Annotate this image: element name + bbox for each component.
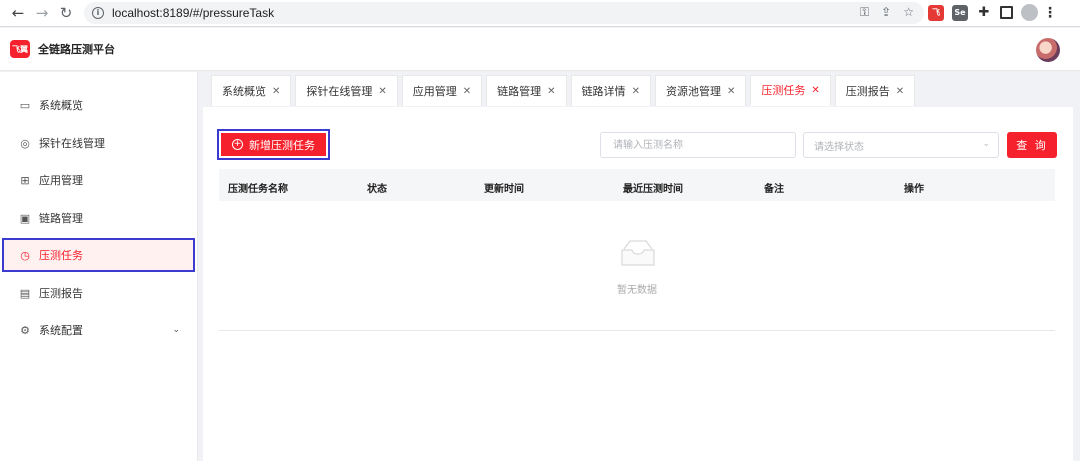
column-header[interactable]: 最近压测时间: [623, 180, 683, 195]
add-task-button[interactable]: + 新增压测任务: [221, 133, 326, 156]
empty-text: 暂无数据: [617, 285, 657, 296]
browser-profile-icon[interactable]: [1021, 4, 1038, 21]
sidebar-item-label: 应用管理: [39, 174, 83, 187]
sidebar-item-label: 压测任务: [39, 249, 83, 262]
add-task-button-frame: + 新增压测任务: [217, 129, 330, 160]
sidebar-item-label: 探针在线管理: [39, 137, 105, 150]
add-task-label: 新增压测任务: [249, 138, 315, 152]
app-title: 全链路压测平台: [38, 43, 115, 56]
tab-label: 链路详情: [581, 85, 626, 98]
main-content: + 新增压测任务 请选择状态 ⌄ 查 询 压测任务名称 状态 更新时间 最近压测…: [203, 107, 1073, 461]
close-icon[interactable]: ✕: [463, 86, 471, 97]
table-header: 压测任务名称 状态 更新时间 最近压测时间 备注 操作: [219, 169, 1055, 201]
key-icon[interactable]: ⚿: [860, 5, 869, 20]
address-bar[interactable]: i localhost:8189/#/pressureTask ⚿ ⇪ ☆: [84, 2, 924, 24]
close-icon[interactable]: ✕: [272, 86, 280, 97]
tab-report[interactable]: 压测报告 ✕: [834, 75, 916, 106]
column-header[interactable]: 状态: [367, 180, 387, 195]
tab-label: 压测报告: [845, 85, 890, 98]
chevron-down-icon: ⌄: [982, 139, 990, 149]
status-select[interactable]: 请选择状态 ⌄: [803, 132, 999, 158]
layout-icon: ▣: [19, 211, 31, 225]
tab-bar: 系统概览 ✕ 探针在线管理 ✕ 应用管理 ✕ 链路管理 ✕ 链路详情 ✕ 资源池管理 ✕ 压…: [211, 75, 919, 106]
tab-label: 链路管理: [497, 85, 542, 98]
query-button[interactable]: 查 询: [1007, 132, 1057, 158]
sidebar-item-probe[interactable]: ◎ 探针在线管理: [0, 126, 198, 160]
sidebar-item-overview[interactable]: ▭ 系统概览: [0, 88, 198, 122]
close-icon[interactable]: ✕: [811, 85, 819, 96]
sidebar-item-report[interactable]: ▤ 压测报告: [0, 276, 198, 310]
url-text: localhost:8189/#/pressureTask: [112, 6, 275, 20]
clock-icon: ◷: [20, 248, 30, 262]
status-select-placeholder: 请选择状态: [814, 141, 864, 153]
bookmark-star-icon[interactable]: ☆: [903, 5, 914, 20]
column-header[interactable]: 操作: [904, 180, 924, 195]
tab-pressure-task[interactable]: 压测任务 ✕: [750, 75, 831, 106]
close-icon[interactable]: ✕: [378, 86, 386, 97]
extensions-puzzle-icon[interactable]: ✚: [976, 5, 992, 21]
browser-menu-icon[interactable]: ⋮: [1043, 5, 1057, 21]
sidebar-item-label: 系统概览: [39, 99, 83, 112]
close-icon[interactable]: ✕: [632, 86, 640, 97]
chevron-down-icon: ⌄: [172, 325, 180, 335]
sidebar-item-label: 压测报告: [39, 287, 83, 300]
gear-icon: ⚙: [20, 323, 30, 337]
column-header[interactable]: 备注: [764, 180, 784, 195]
sidebar-item-links[interactable]: ▣ 链路管理: [0, 201, 198, 235]
forward-icon[interactable]: →: [30, 1, 54, 25]
app-logo: 飞翼: [10, 40, 30, 58]
sidebar-item-apps[interactable]: ⊞ 应用管理: [0, 163, 198, 197]
tab-apps[interactable]: 应用管理 ✕: [401, 75, 483, 106]
avatar[interactable]: [1036, 38, 1060, 62]
monitor-icon: ▭: [19, 98, 31, 112]
tab-link-detail[interactable]: 链路详情 ✕: [570, 75, 651, 106]
tab-overview[interactable]: 系统概览 ✕: [211, 75, 292, 106]
sidebar-item-label: 系统配置: [39, 324, 83, 337]
compass-icon: ◎: [20, 136, 30, 150]
info-icon[interactable]: i: [92, 7, 104, 19]
close-icon[interactable]: ✕: [547, 86, 555, 97]
tab-resource-pool[interactable]: 资源池管理 ✕: [654, 75, 747, 106]
task-name-search-input[interactable]: [600, 132, 796, 158]
sidebar-item-pressure-task[interactable]: ◷ 压测任务: [2, 238, 195, 272]
close-icon[interactable]: ✕: [896, 86, 904, 97]
tab-probe[interactable]: 探针在线管理 ✕: [295, 75, 398, 106]
share-icon[interactable]: ⇪: [881, 5, 891, 20]
extension-selenium-icon[interactable]: Se: [952, 4, 968, 21]
tab-label: 应用管理: [412, 85, 457, 98]
side-panel-icon[interactable]: [1000, 6, 1013, 19]
app-header: 飞翼 全链路压测平台: [0, 28, 1080, 71]
extension-feiyi-icon[interactable]: 飞: [928, 4, 944, 21]
empty-inbox-icon: [621, 240, 655, 266]
tab-label: 系统概览: [222, 85, 266, 98]
plus-circle-icon: +: [232, 139, 243, 150]
sidebar: ▭ 系统概览 ◎ 探针在线管理 ⊞ 应用管理 ▣ 链路管理 ◷ 压测任务 ▤ 压…: [0, 72, 198, 461]
report-icon: ▤: [19, 286, 31, 300]
tab-label: 资源池管理: [665, 85, 721, 98]
back-icon[interactable]: ←: [6, 1, 30, 25]
column-header[interactable]: 更新时间: [484, 180, 524, 195]
sidebar-item-settings[interactable]: ⚙ 系统配置 ⌄: [0, 313, 198, 347]
tab-links[interactable]: 链路管理 ✕: [486, 75, 567, 106]
reload-icon[interactable]: ↻: [54, 1, 78, 25]
tab-label: 压测任务: [761, 84, 806, 97]
close-icon[interactable]: ✕: [727, 86, 735, 97]
grid-icon: ⊞: [20, 173, 30, 187]
tab-label: 探针在线管理: [306, 85, 373, 98]
sidebar-item-label: 链路管理: [39, 212, 83, 225]
table-empty-state: 暂无数据: [219, 201, 1055, 331]
browser-toolbar: ← → ↻ i localhost:8189/#/pressureTask ⚿ …: [0, 0, 1080, 27]
column-header[interactable]: 压测任务名称: [228, 180, 288, 195]
